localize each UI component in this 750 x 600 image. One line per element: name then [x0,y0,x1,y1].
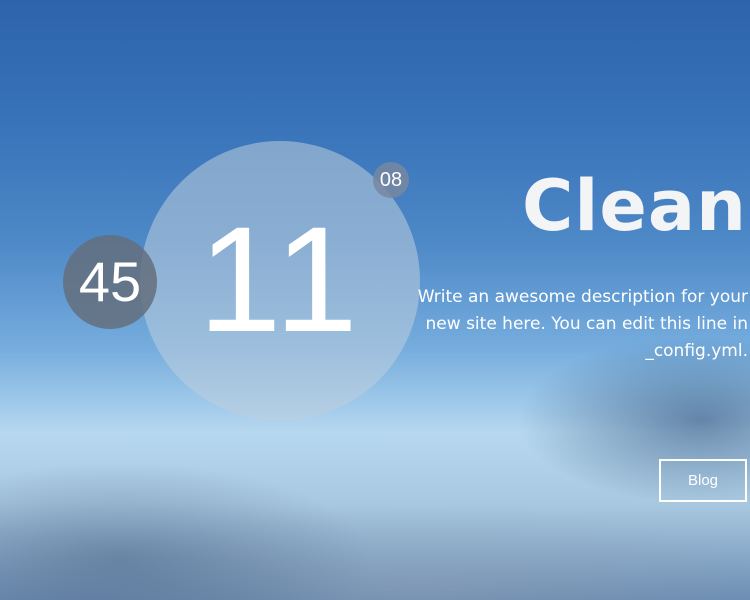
site-title: Clean [522,165,747,247]
clock-minute-circle: 45 [63,235,157,329]
blog-button[interactable]: Blog [659,459,747,502]
clock-minute: 45 [78,250,142,313]
clock-second: 08 [379,169,403,191]
site-description: Write an awesome description for your ne… [417,287,748,361]
clock-hour: 11 [198,195,362,363]
clock-second-circle: 08 [373,162,409,198]
